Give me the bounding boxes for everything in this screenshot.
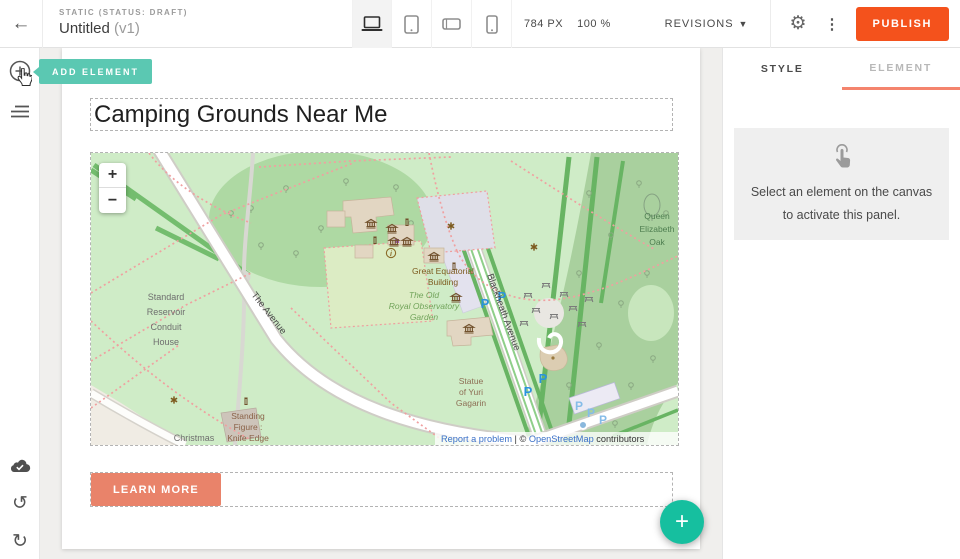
- device-mobile-button[interactable]: [472, 0, 512, 48]
- undo-icon: ↺: [12, 492, 28, 515]
- toolbar-divider: [770, 0, 771, 48]
- status-label: STATIC (STATUS: DRAFT): [59, 8, 188, 18]
- svg-text:Figure :: Figure :: [234, 422, 263, 432]
- device-tablet-button[interactable]: [392, 0, 432, 48]
- device-mobile-landscape-button[interactable]: [432, 0, 472, 48]
- openstreetmap-link[interactable]: OpenStreetMap: [529, 434, 594, 444]
- svg-text:Knife Edge: Knife Edge: [227, 433, 269, 443]
- svg-text:Statue: Statue: [459, 376, 484, 386]
- left-sidebar: ↺ ↻: [0, 48, 40, 559]
- map-zoom-out-button[interactable]: −: [99, 188, 126, 213]
- panel-empty-message: Select an element on the canvas to activ…: [751, 181, 932, 227]
- svg-text:Garden: Garden: [410, 312, 439, 322]
- learn-more-button[interactable]: LEARN MORE: [91, 473, 221, 506]
- map-zoom-control: + −: [99, 163, 126, 213]
- svg-text:P: P: [524, 384, 533, 399]
- kebab-menu-icon[interactable]: ⋮: [825, 15, 840, 33]
- revisions-dropdown[interactable]: REVISIONS ▼: [665, 18, 749, 30]
- statue-label: Statue of Yuri Gagarin: [456, 376, 487, 408]
- svg-text:Royal Observatory: Royal Observatory: [389, 301, 460, 311]
- plus-icon: +: [675, 508, 689, 536]
- mobile-portrait-icon: [486, 15, 498, 34]
- svg-text:Elizabeth: Elizabeth: [640, 224, 675, 234]
- svg-text:Great Equatorial: Great Equatorial: [412, 266, 474, 276]
- svg-text:Reservoir: Reservoir: [147, 307, 186, 317]
- document-version: (v1): [114, 20, 140, 37]
- document-title-block: STATIC (STATUS: DRAFT) Untitled (v1): [43, 8, 188, 39]
- redo-button[interactable]: ↻: [0, 524, 40, 558]
- svg-text:P: P: [599, 413, 607, 427]
- add-element-tooltip: ADD ELEMENT: [39, 59, 152, 84]
- back-arrow-icon: ←: [12, 13, 31, 35]
- cloud-saved-icon: [9, 458, 31, 473]
- add-element-icon: [8, 59, 32, 83]
- publish-button[interactable]: PUBLISH: [856, 7, 949, 41]
- svg-text:Standard: Standard: [148, 292, 185, 302]
- revisions-label: REVISIONS: [665, 18, 734, 30]
- menu-icon: [11, 105, 29, 118]
- svg-text:Christmas: Christmas: [174, 433, 215, 443]
- tab-element[interactable]: ELEMENT: [842, 48, 960, 90]
- chevron-down-icon: ▼: [739, 19, 749, 29]
- svg-text:P: P: [481, 296, 490, 311]
- map-element[interactable]: i P P P P P P P The Avenue Blackheath Av…: [90, 152, 679, 446]
- tablet-icon: [404, 15, 419, 34]
- svg-text:P: P: [575, 399, 583, 413]
- panel-tabs: STYLE ELEMENT: [723, 48, 960, 90]
- heading-element[interactable]: Camping Grounds Near Me: [90, 98, 673, 131]
- gear-icon[interactable]: ⚙: [789, 12, 806, 35]
- svg-text:Gagarin: Gagarin: [456, 398, 487, 408]
- document-title: Untitled (v1): [59, 20, 188, 39]
- top-toolbar: ← STATIC (STATUS: DRAFT) Untitled (v1): [0, 0, 960, 48]
- svg-text:P: P: [587, 406, 595, 420]
- right-panel: STYLE ELEMENT Select an element on the c…: [722, 48, 960, 559]
- svg-text:Conduit: Conduit: [150, 322, 182, 332]
- map-graphic: i P P P P P P P The Avenue Blackheath Av…: [91, 153, 678, 445]
- svg-text:Building: Building: [428, 277, 459, 287]
- tab-style[interactable]: STYLE: [723, 48, 842, 90]
- save-status-indicator: [0, 448, 40, 482]
- toolbar-actions: REVISIONS ▼ ⚙ ⋮ PUBLISH: [665, 0, 960, 48]
- mobile-landscape-icon: [442, 18, 461, 30]
- openstreetmap-embed[interactable]: i P P P P P P P The Avenue Blackheath Av…: [91, 153, 678, 445]
- sections-menu-button[interactable]: [0, 91, 40, 131]
- undo-button[interactable]: ↺: [0, 486, 40, 520]
- viewport-width-value: 784 PX: [524, 18, 563, 30]
- device-desktop-button[interactable]: [352, 0, 392, 48]
- svg-text:Standing: Standing: [231, 411, 265, 421]
- map-attribution: Report a problem | © OpenStreetMap contr…: [441, 434, 645, 444]
- svg-text:Oak: Oak: [649, 237, 665, 247]
- report-problem-link[interactable]: Report a problem: [441, 434, 512, 444]
- svg-text:of Yuri: of Yuri: [459, 387, 483, 397]
- viewport-readout: 784 PX 100 %: [524, 0, 611, 48]
- add-section-fab[interactable]: +: [660, 500, 704, 544]
- panel-empty-state: Select an element on the canvas to activ…: [734, 128, 949, 240]
- map-zoom-in-button[interactable]: +: [99, 163, 126, 188]
- laptop-icon: [361, 16, 383, 32]
- canvas-page: Camping Grounds Near Me: [62, 48, 700, 549]
- svg-text:The Old: The Old: [409, 290, 440, 300]
- button-row-element[interactable]: LEARN MORE: [90, 472, 673, 507]
- tap-icon: [830, 143, 854, 171]
- svg-text:House: House: [153, 337, 179, 347]
- redo-icon: ↻: [12, 530, 28, 553]
- svg-text:Queen: Queen: [644, 211, 670, 221]
- zoom-level-value: 100 %: [577, 18, 611, 30]
- device-preview-switcher: [352, 0, 512, 48]
- document-name: Untitled: [59, 20, 110, 37]
- svg-text:P: P: [539, 371, 548, 386]
- back-button[interactable]: ←: [0, 0, 42, 48]
